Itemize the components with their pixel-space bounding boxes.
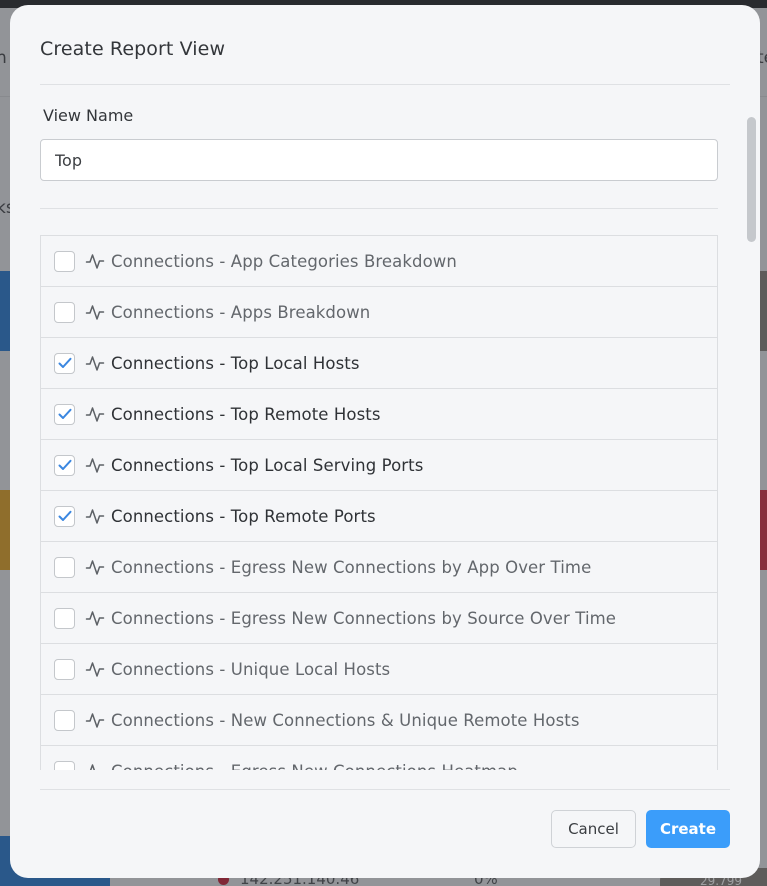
- list-item-label: Connections - Top Local Hosts: [111, 353, 360, 373]
- item-checkbox[interactable]: [54, 250, 75, 272]
- checkmark-icon: [58, 459, 71, 470]
- item-checkbox[interactable]: [54, 709, 75, 731]
- list-item[interactable]: Connections - New Connections & Unique R…: [41, 695, 717, 746]
- list-item-label: Connections - App Categories Breakdown: [111, 251, 457, 271]
- list-item[interactable]: Connections - Top Remote Ports: [41, 491, 717, 542]
- item-checkbox[interactable]: [54, 301, 75, 323]
- pulse-icon: [85, 458, 105, 473]
- list-item-label: Connections - Egress New Connections by …: [111, 608, 617, 628]
- pulse-icon: [85, 713, 105, 728]
- list-item-label: Connections - Unique Local Hosts: [111, 659, 391, 679]
- pulse-icon: [85, 509, 105, 524]
- pulse-icon: [85, 611, 105, 626]
- pulse-icon: [85, 254, 105, 269]
- list-item-label: Connections - Top Remote Ports: [111, 506, 376, 526]
- list-item-label: Connections - New Connections & Unique R…: [111, 710, 580, 730]
- footer-divider: [40, 789, 730, 790]
- scrollbar-thumb[interactable]: [747, 117, 756, 242]
- view-name-input[interactable]: [40, 139, 718, 181]
- view-name-label: View Name: [43, 106, 134, 125]
- list-item-label: Connections - Top Local Serving Ports: [111, 455, 424, 475]
- create-button[interactable]: Create: [646, 810, 730, 848]
- list-item[interactable]: Connections - Apps Breakdown: [41, 287, 717, 338]
- item-checkbox[interactable]: [54, 454, 75, 476]
- list-item-label: Connections - Apps Breakdown: [111, 302, 371, 322]
- item-checkbox[interactable]: [54, 556, 75, 578]
- list-item[interactable]: Connections - Egress New Connections by …: [41, 593, 717, 644]
- list-item[interactable]: Connections - App Categories Breakdown: [41, 236, 717, 287]
- checkmark-icon: [58, 357, 71, 368]
- list-item[interactable]: Connections - Top Remote Hosts: [41, 389, 717, 440]
- pulse-icon: [85, 407, 105, 422]
- section-divider: [40, 208, 718, 209]
- pulse-icon: [85, 305, 105, 320]
- pulse-icon: [89, 764, 96, 770]
- checkmark-icon: [58, 408, 71, 419]
- item-checkbox[interactable]: [54, 760, 75, 770]
- report-item-list[interactable]: Connections - App Categories Breakdown Co…: [40, 235, 718, 770]
- item-checkbox[interactable]: [54, 607, 75, 629]
- list-item-label: Connections - Egress New Connections by …: [111, 557, 592, 577]
- list-item-label: Connections - Egress New Connections Hea…: [111, 762, 518, 771]
- list-item[interactable]: Connections - Unique Local Hosts: [41, 644, 717, 695]
- list-item-label: Connections - Top Remote Hosts: [111, 404, 381, 424]
- cancel-button[interactable]: Cancel: [551, 810, 636, 848]
- list-item[interactable]: Connections - Egress New Connections Hea…: [41, 746, 717, 770]
- item-checkbox[interactable]: [54, 352, 75, 374]
- modal-title: Create Report View: [40, 38, 226, 60]
- item-checkbox[interactable]: [54, 505, 75, 527]
- item-checkbox[interactable]: [54, 658, 75, 680]
- list-item[interactable]: Connections - Top Local Serving Ports: [41, 440, 717, 491]
- pulse-icon: [85, 356, 105, 371]
- checkmark-icon: [58, 510, 71, 521]
- header-divider: [40, 84, 730, 85]
- item-checkbox[interactable]: [54, 403, 75, 425]
- list-item[interactable]: Connections - Top Local Hosts: [41, 338, 717, 389]
- create-report-view-modal: Create Report View View Name Connections…: [10, 5, 760, 878]
- pulse-icon: [85, 560, 105, 575]
- list-item[interactable]: Connections - Egress New Connections by …: [41, 542, 717, 593]
- pulse-icon: [85, 662, 105, 677]
